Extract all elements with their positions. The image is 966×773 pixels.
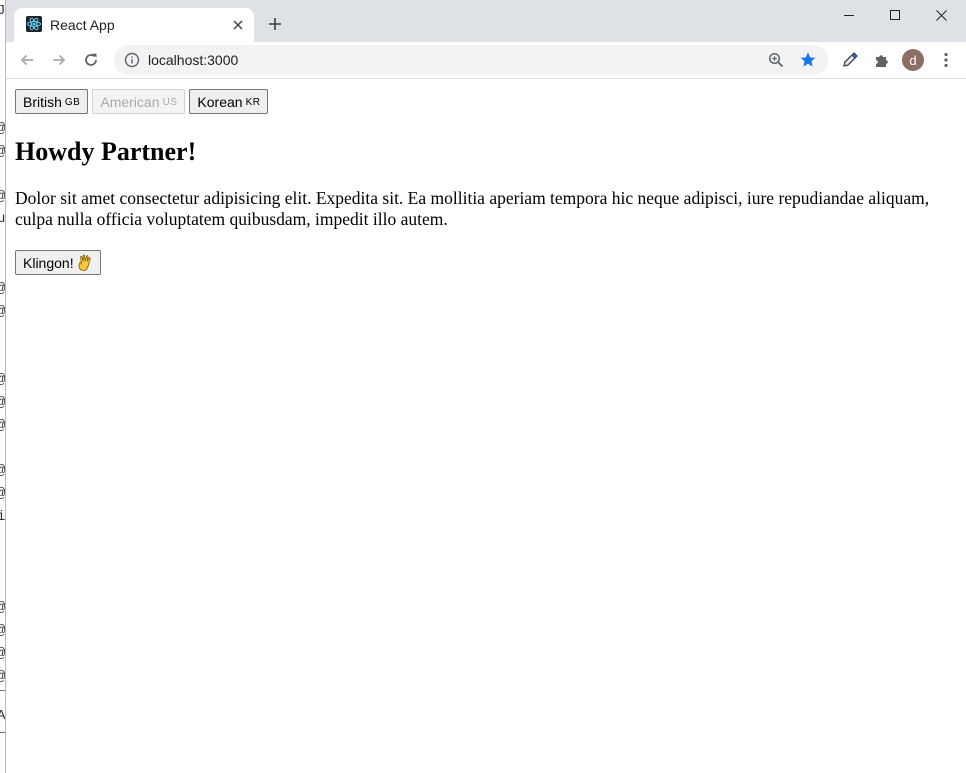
extensions-puzzle-icon[interactable]: [870, 48, 894, 72]
forward-icon[interactable]: [44, 45, 74, 75]
maximize-icon[interactable]: [872, 0, 918, 30]
zoom-icon[interactable]: [766, 50, 786, 70]
language-switcher: British GB American US Korean KR: [15, 89, 269, 114]
us-flag-icon: US: [162, 96, 178, 108]
back-icon[interactable]: [12, 45, 42, 75]
eyedropper-extension-icon[interactable]: [838, 48, 862, 72]
tab-title: React App: [50, 17, 115, 33]
klingon-button[interactable]: Klingon!: [15, 250, 101, 275]
vulcan-salute-icon: [77, 254, 93, 271]
bookmark-star-icon[interactable]: [798, 50, 818, 70]
american-button-label: American: [100, 93, 160, 110]
kr-flag-icon: KR: [245, 96, 261, 108]
address-url: localhost:3000: [148, 52, 239, 68]
profile-avatar[interactable]: d: [902, 49, 924, 71]
page-heading: Howdy Partner!: [15, 137, 197, 166]
address-bar[interactable]: localhost:3000: [114, 45, 828, 75]
react-icon: [26, 16, 42, 32]
british-button-label: British: [23, 93, 62, 110]
korean-button-label: Korean: [197, 93, 243, 110]
british-button[interactable]: British GB: [15, 89, 89, 114]
american-button[interactable]: American US: [92, 89, 186, 114]
background-window-edge: J @ @ @ u @ @ @ @ @ @ @ i @ @ @ @ A: [0, 0, 6, 773]
browser-toolbar: localhost:3000 d: [6, 42, 966, 79]
reload-icon[interactable]: [76, 45, 106, 75]
site-info-icon[interactable]: [124, 52, 140, 68]
tab-strip: React App: [6, 0, 966, 42]
browser-window: React App localhost:3000 d British GB Am…: [6, 0, 966, 773]
klingon-button-label: Klingon!: [23, 254, 74, 271]
page-viewport: British GB American US Korean KR Howdy P…: [6, 80, 966, 773]
new-tab-button[interactable]: [263, 12, 287, 36]
browser-tab[interactable]: React App: [14, 8, 254, 42]
close-icon[interactable]: [918, 0, 964, 30]
close-tab-icon[interactable]: [228, 15, 248, 35]
korean-button[interactable]: Korean KR: [189, 89, 269, 114]
more-menu-icon[interactable]: [934, 48, 958, 72]
minimize-icon[interactable]: [826, 0, 872, 30]
gb-flag-icon: GB: [64, 96, 81, 108]
body-paragraph: Dolor sit amet consectetur adipisicing e…: [15, 188, 930, 229]
